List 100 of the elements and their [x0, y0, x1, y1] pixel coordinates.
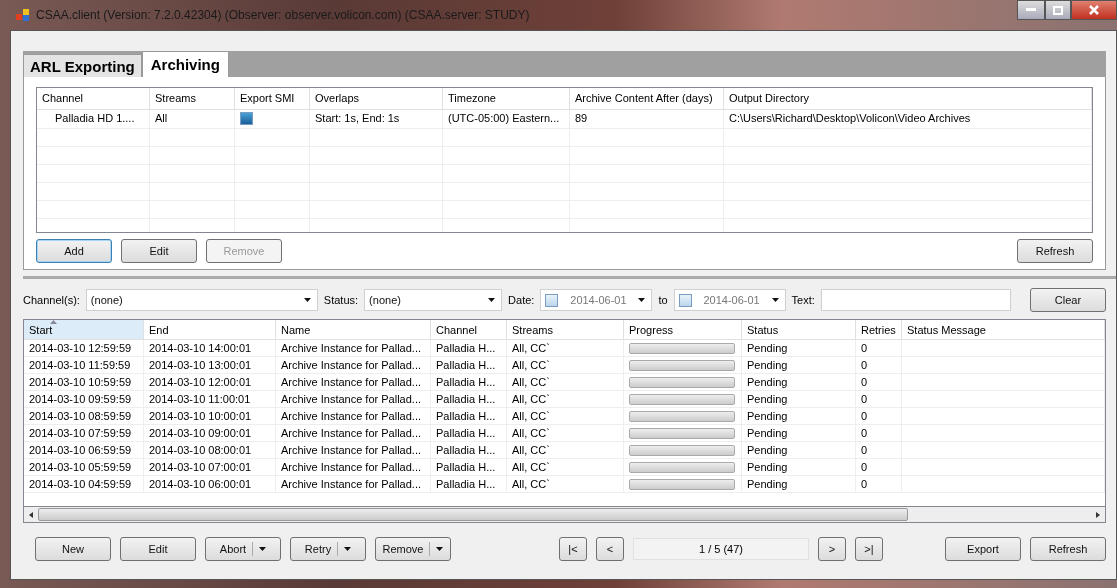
table-cell: Pending [742, 374, 856, 390]
checkbox[interactable] [240, 112, 253, 125]
text-field[interactable] [820, 289, 1011, 311]
minimize-button[interactable] [1017, 0, 1045, 20]
table-cell: All, CC` [507, 357, 624, 373]
table-cell: 2014-03-10 07:59:59 [24, 425, 144, 441]
table-cell: All, CC` [507, 374, 624, 390]
table-cell: 2014-03-10 14:00:01 [144, 340, 276, 356]
horizontal-scrollbar[interactable] [23, 507, 1106, 523]
checkbox[interactable] [678, 293, 692, 307]
maximize-icon [1053, 5, 1063, 15]
refresh-button[interactable]: Refresh [1030, 537, 1106, 561]
last-page-button[interactable]: >| [855, 537, 883, 561]
page-indicator: 1 / 5 (47) [633, 538, 809, 560]
table-cell: Palladia H... [431, 391, 507, 407]
table-cell: 2014-03-10 11:59:59 [24, 357, 144, 373]
close-button[interactable] [1071, 0, 1117, 20]
table-cell: Archive Instance for Pallad... [276, 459, 431, 475]
maximize-button[interactable] [1045, 0, 1071, 20]
action-button[interactable]: New [35, 537, 111, 561]
caret-icon [303, 298, 311, 302]
status-dropdown[interactable]: (none) [364, 289, 503, 311]
table-cell: 2014-03-10 09:59:59 [24, 391, 144, 407]
date-picker[interactable]: 2014-06-01 [540, 289, 653, 311]
table-cell: All, CC` [507, 425, 624, 441]
table-cell: 0 [856, 425, 902, 441]
app-icon [16, 8, 30, 22]
channels-dropdown[interactable]: (none) [85, 289, 318, 311]
table-cell: 2014-03-10 04:59:59 [24, 476, 144, 492]
table-cell: Pending [742, 357, 856, 373]
table-cell: 2014-03-10 13:00:01 [144, 357, 276, 373]
table-cell: Palladia H... [431, 374, 507, 390]
table-cell: All, CC` [507, 340, 624, 356]
table-cell: Pending [742, 340, 856, 356]
table-cell: 89 [570, 110, 724, 128]
table-cell: 2014-03-10 05:59:59 [24, 459, 144, 475]
tab[interactable]: Archiving [141, 51, 229, 77]
table-cell: All [150, 110, 235, 128]
text-label: Text: [791, 294, 815, 306]
table-cell: Palladia HD 1.... [37, 110, 150, 128]
table-cell: Pending [742, 476, 856, 492]
table-cell: Pending [742, 442, 856, 458]
table-cell: Palladia H... [431, 425, 507, 441]
table-cell: 0 [856, 374, 902, 390]
first-page-button[interactable]: |< [559, 537, 587, 561]
action-button[interactable]: Add [36, 239, 112, 263]
table-cell: Archive Instance for Pallad... [276, 357, 431, 373]
close-icon [1089, 5, 1099, 15]
action-button[interactable]: Edit [121, 239, 197, 263]
split-button[interactable]: Retry [290, 537, 366, 561]
tab[interactable]: ARL Exporting [23, 54, 142, 77]
table-cell: Pending [742, 459, 856, 475]
split-button[interactable]: Abort [205, 537, 281, 561]
table-cell: 0 [856, 442, 902, 458]
caret-icon [436, 547, 444, 551]
table-cell: Palladia H... [431, 459, 507, 475]
refresh-button[interactable]: Refresh [1017, 239, 1093, 263]
clear-button[interactable]: Clear [1030, 288, 1106, 312]
table-cell: C:\Users\Richard\Desktop\Volicon\Video Archives [724, 110, 1092, 128]
table-cell: Archive Instance for Pallad... [276, 425, 431, 441]
table-cell: Archive Instance for Pallad... [276, 476, 431, 492]
table-cell: 2014-03-10 07:00:01 [144, 459, 276, 475]
table-cell: 0 [856, 340, 902, 356]
table-cell: Palladia H... [431, 408, 507, 424]
table-cell: 0 [856, 459, 902, 475]
table-cell: 2014-03-10 10:00:01 [144, 408, 276, 424]
table-cell: All, CC` [507, 459, 624, 475]
caret-icon [488, 298, 496, 302]
date-label: Date: [508, 294, 535, 306]
table-cell: Pending [742, 408, 856, 424]
date-picker[interactable]: 2014-06-01 [673, 289, 786, 311]
table-cell: 2014-03-10 08:59:59 [24, 408, 144, 424]
to-label: to [658, 294, 668, 306]
action-button[interactable]: Edit [120, 537, 196, 561]
table-cell: 2014-03-10 11:00:01 [144, 391, 276, 407]
table-cell: Palladia H... [431, 442, 507, 458]
checkbox[interactable] [545, 293, 559, 307]
previous-page-button[interactable]: < [596, 537, 624, 561]
table-cell: 2014-03-10 09:00:01 [144, 425, 276, 441]
window-title: CSAA.client (Version: 7.2.0.42304) (Observer: observer.volicon.com) (CSAA.server: STUDY) [36, 8, 530, 22]
export-button[interactable]: Export [945, 537, 1021, 561]
next-page-button[interactable]: > [818, 537, 846, 561]
table-cell: All, CC` [507, 442, 624, 458]
table-cell: (UTC-05:00) Eastern... [443, 110, 570, 128]
caret-icon [259, 547, 267, 551]
column-header[interactable]: Start [24, 320, 144, 339]
table-cell: Archive Instance for Pallad... [276, 442, 431, 458]
table-cell: Archive Instance for Pallad... [276, 340, 431, 356]
split-button[interactable]: Remove [375, 537, 451, 561]
caret-icon [344, 547, 352, 551]
table-cell: 2014-03-10 08:00:01 [144, 442, 276, 458]
minimize-icon [1026, 8, 1036, 12]
table-cell: 2014-03-10 12:59:59 [24, 340, 144, 356]
table-cell: Pending [742, 391, 856, 407]
table-cell: Start: 1s, End: 1s [310, 110, 443, 128]
table-cell: Palladia H... [431, 476, 507, 492]
status-label: Status: [323, 294, 359, 306]
table-cell: 0 [856, 476, 902, 492]
table-cell: 0 [856, 357, 902, 373]
channels-label: Channel(s): [23, 294, 80, 306]
